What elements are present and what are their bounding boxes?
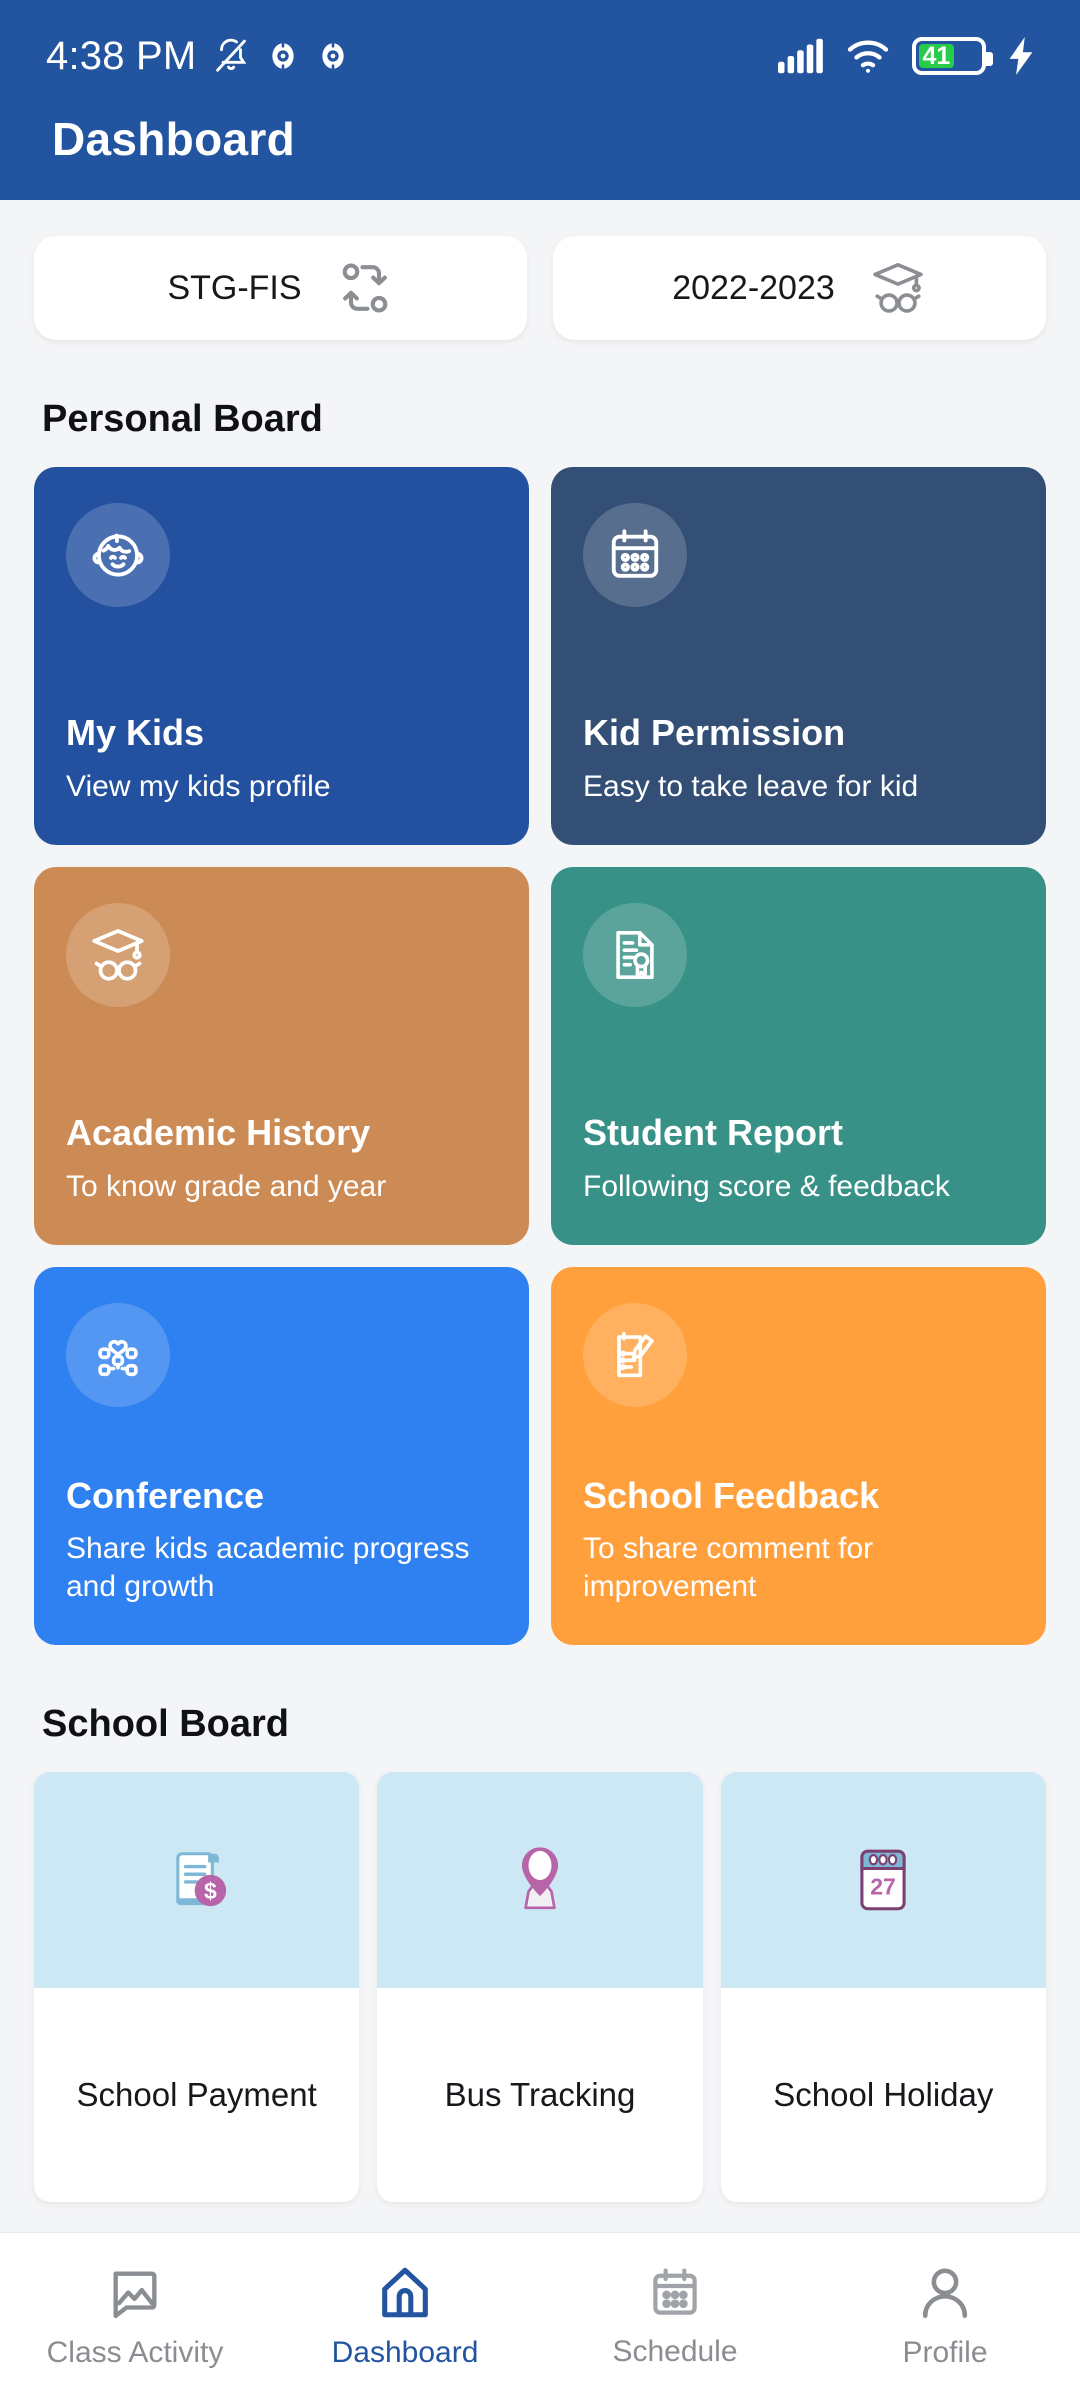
school-selector[interactable]: STG-FIS xyxy=(34,236,527,340)
card-student-report[interactable]: Student Report Following score & feedbac… xyxy=(551,867,1046,1245)
battery-icon: 41 xyxy=(912,37,993,75)
person-icon xyxy=(922,2267,968,2318)
card-subtitle: Easy to take leave for kid xyxy=(583,769,919,803)
app-bar: Dashboard xyxy=(0,112,1080,200)
card-academic-history[interactable]: Academic History To know grade and year xyxy=(34,867,529,1245)
card-subtitle: Following score & feedback xyxy=(583,1169,950,1203)
nav-item-dashboard[interactable]: Dashboard xyxy=(270,2264,540,2370)
nav-item-class-activity[interactable]: Class Activity xyxy=(0,2264,270,2370)
card-kid-permission[interactable]: Kid Permission Easy to take leave for ki… xyxy=(551,467,1046,845)
home-icon xyxy=(382,2267,428,2317)
selector-row: STG-FIS 2022-2023 xyxy=(34,236,1046,340)
nav-label: Schedule xyxy=(612,2334,738,2368)
app-badge-icon xyxy=(272,41,294,71)
nav-label: Dashboard xyxy=(331,2335,479,2369)
card-spacer xyxy=(583,1033,1014,1112)
card-conference[interactable]: Conference Share kids academic progress … xyxy=(34,1267,529,1645)
image-photo-icon xyxy=(113,2270,157,2318)
bus-tracking-icon-area xyxy=(377,1772,703,1988)
calendar-day-number: 27 xyxy=(871,1873,897,1899)
swap-arrows-icon xyxy=(342,263,387,313)
page-title: Dashboard xyxy=(52,113,295,165)
group-heart-icon xyxy=(66,1303,170,1407)
school-holiday-icon-area: 27 xyxy=(720,1772,1046,1988)
child-face-icon xyxy=(66,503,170,607)
card-my-kids[interactable]: My Kids View my kids profile xyxy=(34,467,529,845)
app-screen: 4:38 PM 41 Dashboard STG-FIS 2022-2023 P… xyxy=(0,0,1080,2400)
card-school-feedback[interactable]: School Feedback To share comment for imp… xyxy=(551,1267,1046,1645)
nav-item-profile[interactable]: Profile xyxy=(810,2264,1080,2370)
school-board-grid: $ School Payment Bus Tracking 27 School … xyxy=(34,1772,1046,2202)
svg-text:$: $ xyxy=(204,1878,217,1904)
battery-fill: 41 xyxy=(919,41,954,70)
wifi-icon xyxy=(847,40,889,73)
app-badge-icon xyxy=(322,41,344,71)
clipboard-pencil-icon xyxy=(583,1303,687,1407)
academic-year-selector[interactable]: 2022-2023 xyxy=(553,236,1046,340)
map-pin-icon xyxy=(521,1847,559,1910)
card-title: Conference xyxy=(66,1474,265,1516)
school-board-title: School Board xyxy=(42,1703,290,1745)
graduation-glasses-icon xyxy=(66,903,170,1007)
card-subtitle: View my kids profile xyxy=(66,769,331,803)
card-title: Kid Permission xyxy=(583,712,846,754)
card-subtitle: To share comment for improvement xyxy=(583,1532,874,1603)
card-spacer xyxy=(66,1033,497,1112)
status-bar-left: 4:38 PM xyxy=(46,34,350,79)
personal-board-grid: My Kids View my kids profile Kid Permiss… xyxy=(34,467,1046,1645)
nav-label: Class Activity xyxy=(46,2335,224,2369)
nav-label: Profile xyxy=(902,2335,988,2369)
content-area: STG-FIS 2022-2023 Personal Board My Kids… xyxy=(0,200,1080,2232)
card-title: Academic History xyxy=(66,1112,371,1154)
school-payment-icon-area: $ xyxy=(34,1772,360,1988)
status-bar: 4:38 PM 41 xyxy=(0,0,1080,112)
bell-muted-icon xyxy=(216,38,247,72)
card-subtitle: Share kids academic progress and growth xyxy=(66,1532,470,1603)
school-payment-label-area: School Payment xyxy=(34,1988,359,2202)
card-title: My Kids xyxy=(66,712,205,754)
certificate-document-icon xyxy=(583,903,687,1007)
school-holiday-label-area: School Holiday xyxy=(721,1988,1046,2202)
personal-board-title: Personal Board xyxy=(42,398,323,440)
card-bus-tracking[interactable]: Bus Tracking xyxy=(377,1772,703,2202)
bus-tracking-label-area: Bus Tracking xyxy=(377,1988,702,2202)
graduation-glasses-icon xyxy=(873,262,923,313)
card-subtitle: To know grade and year xyxy=(66,1169,387,1203)
card-spacer xyxy=(66,1433,497,1475)
school-board-card-label: School Holiday xyxy=(773,2076,994,2114)
card-title: School Feedback xyxy=(583,1474,880,1516)
bottom-navigation: Class Activity Dashboard Schedule Profil… xyxy=(0,2232,1080,2400)
status-bar-clock: 4:38 PM xyxy=(46,33,197,78)
school-selector-label: STG-FIS xyxy=(167,268,302,307)
status-bar-right: 41 xyxy=(778,37,1034,75)
calendar-dots-icon xyxy=(583,503,687,607)
cellular-signal-icon xyxy=(778,38,823,74)
invoice-dollar-icon: $ xyxy=(175,1852,226,1907)
card-spacer xyxy=(583,633,1014,712)
school-board-card-label: School Payment xyxy=(76,2076,317,2114)
charging-bolt-icon xyxy=(1009,37,1033,75)
nav-item-schedule[interactable]: Schedule xyxy=(540,2265,810,2369)
card-school-payment[interactable]: $ School Payment xyxy=(34,1772,360,2202)
academic-year-selector-label: 2022-2023 xyxy=(672,268,835,307)
calendar-27-icon: 27 xyxy=(860,1849,906,1911)
school-board-card-label: Bus Tracking xyxy=(444,2076,636,2114)
battery-percent-label: 41 xyxy=(922,41,951,70)
calendar-icon xyxy=(653,2268,697,2315)
card-school-holiday[interactable]: 27 School Holiday xyxy=(720,1772,1046,2202)
card-spacer xyxy=(583,1433,1014,1475)
card-title: Student Report xyxy=(583,1112,843,1154)
card-spacer xyxy=(66,633,497,712)
